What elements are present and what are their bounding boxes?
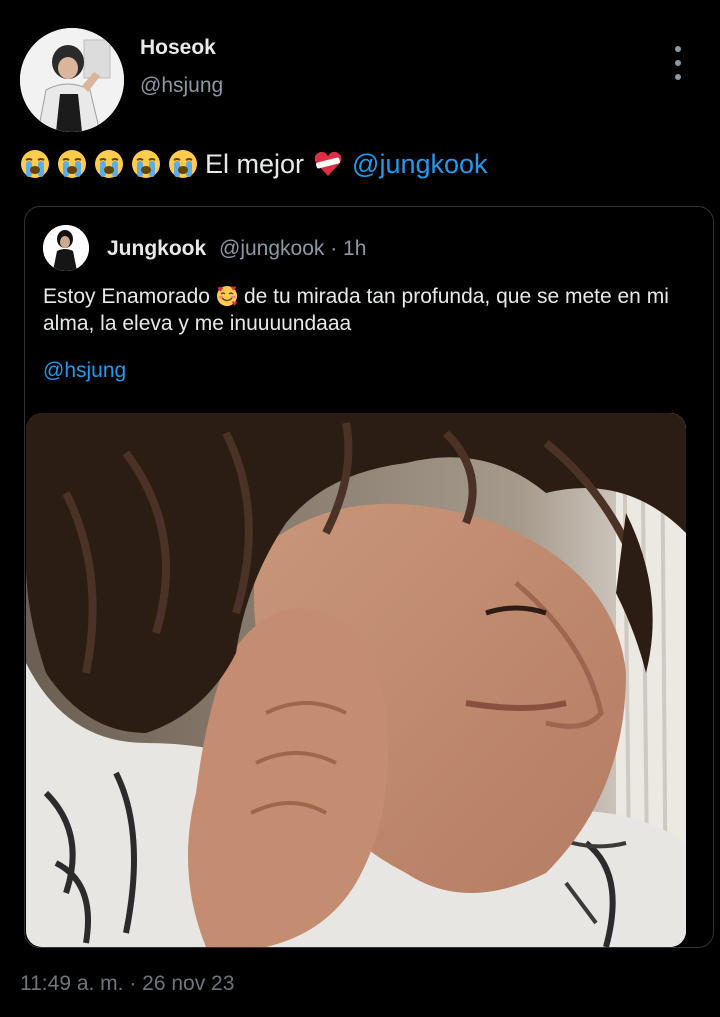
smiling-face-with-hearts-icon <box>216 286 237 306</box>
selfie-photo-icon <box>26 413 686 947</box>
tweet-timestamp[interactable]: 11:49 a. m. · 26 nov 23 <box>20 972 234 996</box>
author-name[interactable]: Hoseok <box>140 36 216 60</box>
loudly-crying-face-icon <box>95 150 123 178</box>
quoted-text-part-1: Estoy Enamorado <box>43 285 210 308</box>
profile-photo-icon <box>43 225 89 271</box>
emoji-group <box>20 149 205 179</box>
tweet-detail: Hoseok @hsjung El mejor @jungkook Jungko… <box>0 0 720 1017</box>
tweet-text: El mejor @jungkook <box>20 146 488 182</box>
mention-link[interactable]: @jungkook <box>352 149 488 180</box>
quoted-author-handle-time: @jungkook · 1h <box>219 237 367 260</box>
loudly-crying-face-icon <box>132 150 160 178</box>
quoted-tweet-card[interactable]: Jungkook @jungkook · 1h Estoy Enamorado … <box>24 206 714 948</box>
mending-heart-icon <box>314 151 342 176</box>
profile-photo-icon <box>20 28 124 132</box>
quoted-tweet-text: Estoy Enamorado de tu mirada tan profund… <box>43 283 693 337</box>
author-handle[interactable]: @hsjung <box>140 74 223 98</box>
loudly-crying-face-icon <box>169 150 197 178</box>
loudly-crying-face-icon <box>21 150 49 178</box>
author-avatar[interactable] <box>20 28 124 132</box>
quoted-author-avatar[interactable] <box>43 225 89 271</box>
quoted-author-name[interactable]: Jungkook <box>107 237 206 261</box>
quoted-mention-link[interactable]: @hsjung <box>43 359 126 383</box>
quoted-media-photo[interactable] <box>26 413 686 947</box>
more-dot-icon <box>675 46 681 52</box>
more-options-button[interactable] <box>664 46 692 80</box>
loudly-crying-face-icon <box>58 150 86 178</box>
more-dot-icon <box>675 74 681 80</box>
tweet-body-text: El mejor <box>205 148 305 179</box>
more-dot-icon <box>675 60 681 66</box>
